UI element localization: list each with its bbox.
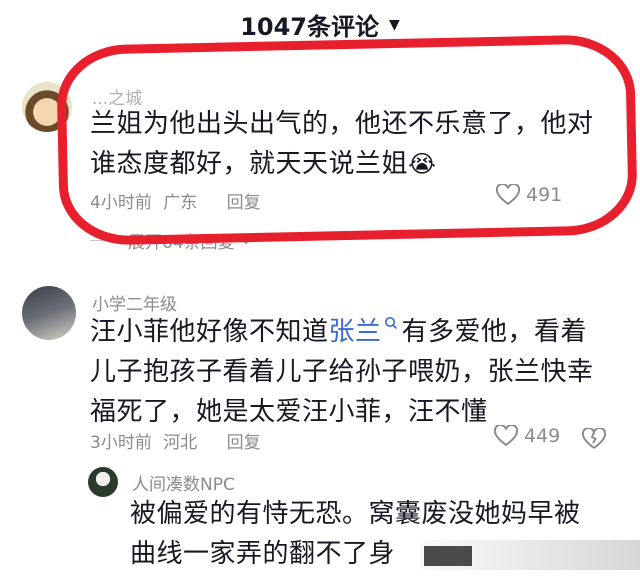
search-icon	[384, 317, 397, 330]
comment-text-before: 汪小菲他好像不知道	[90, 317, 329, 347]
avatar[interactable]	[22, 286, 76, 340]
like-button[interactable]: 449	[494, 425, 560, 447]
caret-down-icon[interactable]: ▼	[389, 17, 400, 33]
comment-username[interactable]: 人间凑数NPC	[132, 470, 235, 495]
heart-icon	[494, 425, 518, 447]
mention-text: 张兰	[328, 317, 382, 347]
dislike-broken-heart-icon[interactable]	[582, 428, 606, 450]
highlight-ring	[55, 33, 639, 247]
watermark-logo	[424, 546, 472, 566]
comment-text: 汪小菲他好像不知道张兰 有多爱他，看着儿子抱孩子看着儿子给孙子喂奶，张兰快幸福死了…	[90, 312, 610, 432]
mention-link[interactable]: 张兰	[329, 317, 402, 347]
comment-location: 河北	[163, 433, 198, 453]
comment-count-title: 1047条评论	[240, 12, 379, 41]
like-count: 449	[524, 425, 561, 447]
comment-time: 3小时前	[90, 433, 152, 453]
reply-button[interactable]: 回复	[227, 433, 261, 453]
comment-meta: 3小时前 河北 回复	[90, 428, 261, 453]
avatar[interactable]	[88, 467, 118, 497]
